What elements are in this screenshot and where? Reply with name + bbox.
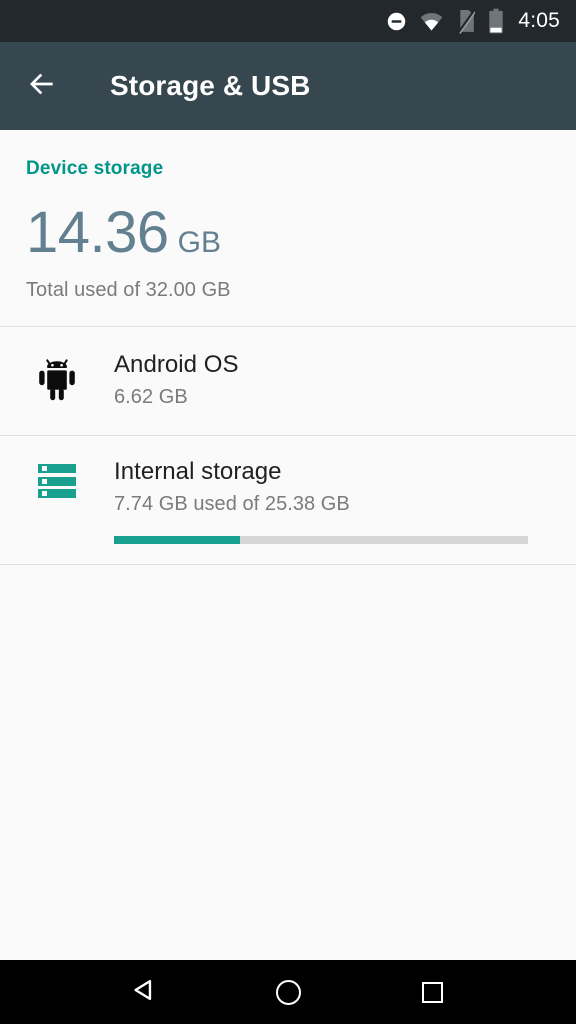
total-used-unit: GB xyxy=(177,226,222,259)
status-bar: 4:05 xyxy=(0,0,576,42)
storage-row-subtitle: 6.62 GB xyxy=(114,386,188,408)
section-header-device-storage: Device storage xyxy=(26,158,164,179)
do-not-disturb-icon xyxy=(386,11,407,32)
status-bar-clock: 4:05 xyxy=(518,9,560,32)
storage-row-title: Android OS xyxy=(114,351,239,378)
total-used-subtitle: Total used of 32.00 GB xyxy=(26,279,231,301)
battery-icon xyxy=(488,8,504,34)
nav-back-button[interactable] xyxy=(112,960,176,1024)
internal-storage-progress-fill xyxy=(114,536,241,544)
device-storage-summary: Device storage 14.36 GB Total used of 32… xyxy=(0,130,576,326)
total-used-value: 14.36 xyxy=(26,200,169,265)
total-used-display: 14.36 GB xyxy=(26,204,552,262)
wifi-icon xyxy=(420,12,443,31)
storage-row-body: Android OS 6.62 GB xyxy=(114,351,552,409)
circle-icon xyxy=(275,979,301,1005)
system-navigation-bar xyxy=(0,960,576,1024)
content-area: Device storage 14.36 GB Total used of 32… xyxy=(0,130,576,960)
nav-recents-button[interactable] xyxy=(400,960,464,1024)
nav-home-button[interactable] xyxy=(256,960,320,1024)
page-title: Storage & USB xyxy=(110,70,311,101)
storage-row-android-os[interactable]: Android OS 6.62 GB xyxy=(0,327,576,435)
arrow-left-icon xyxy=(26,68,58,105)
divider-below-internal-storage xyxy=(0,564,576,565)
back-button[interactable] xyxy=(18,62,66,110)
android-robot-icon xyxy=(0,351,114,403)
phone-screen: 4:05 Storage & USB Device storage 14.36 … xyxy=(0,0,576,1024)
square-icon xyxy=(421,981,443,1003)
internal-storage-progress-bar xyxy=(114,536,528,544)
storage-row-internal-storage[interactable]: Internal storage 7.74 GB used of 25.38 G… xyxy=(0,436,576,564)
storage-row-title: Internal storage xyxy=(114,458,282,485)
status-icon-group xyxy=(386,8,504,34)
no-sim-icon xyxy=(456,9,476,34)
app-bar: Storage & USB xyxy=(0,42,576,130)
triangle-left-icon xyxy=(131,977,157,1008)
storage-row-body: Internal storage 7.74 GB used of 25.38 G… xyxy=(114,458,552,544)
internal-storage-icon xyxy=(0,458,114,498)
storage-row-subtitle: 7.74 GB used of 25.38 GB xyxy=(114,493,350,515)
